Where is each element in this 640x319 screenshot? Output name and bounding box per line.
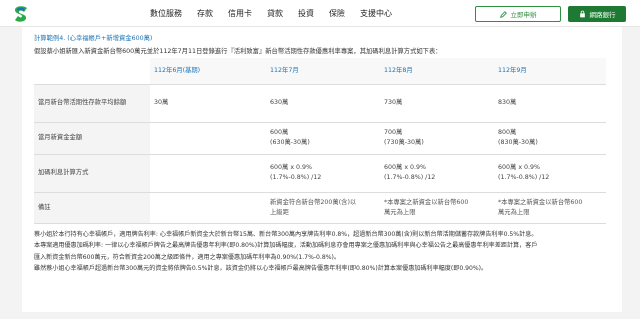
table-header-row: 112年6月(基期) 112年7月 112年8月 112年9月 [34,58,606,85]
table-cell: *本專案之新資金以新台幣600 萬元為上限 [494,192,606,224]
top-navigation-bar: 數位服務 存款 信用卡 貸款 投資 保險 支援中心 立即申辦 網路銀行 [0,0,640,27]
row-label: 備註 [34,192,150,224]
apply-now-button[interactable]: 立即申辦 [475,6,561,22]
lock-icon [579,10,585,18]
footnote-line: 本專案適用優惠加碼利率: 一律以心幸福帳戶牌告之最高牌告優惠年利率(即0.80%… [34,242,538,250]
nav-loans[interactable]: 貸款 [267,0,283,27]
nav-credit-cards[interactable]: 信用卡 [228,0,252,27]
intro-text: 假設蔡小姐新匯入新資金新台幣600萬元並於112年7月11日登錄進行『活利致富』… [34,48,442,55]
row-label: 加碼利息計算方式 [34,154,150,193]
table-cell: 630萬 [266,84,380,123]
table-row: 加碼利息計算方式 600萬 x 0.9% (1.7%-0.8%) /12 600萬… [34,154,606,193]
table-cell [150,154,266,193]
row-label: 當月新台幣活期性存款平均餘額 [34,84,150,123]
main-nav: 數位服務 存款 信用卡 貸款 投資 保險 支援中心 [150,0,407,27]
footnote-line: 蔡小姐於本行持有心幸福帳戶，適用牌告利率: 心幸福帳戶新資金大於新台幣15萬、新… [34,231,538,238]
table-cell [150,192,266,224]
table-cell: 600萬 (630萬-30萬) [266,122,380,155]
footnote-line: 雖然蔡小姐心幸福帳戶超過新台幣300萬元的資金將依牌告0.5%計息，該資金仍將以… [34,264,488,272]
table-header-cell: 112年9月 [494,58,606,85]
table-cell: 800萬 (830萬-30萬) [494,122,606,155]
table-cell: 新資金符合新台幣200萬(含)以 上級距 [266,192,380,224]
table-row: 當月新資金金額 600萬 (630萬-30萬) 700萬 (730萬-30萬) 80… [34,122,606,155]
online-banking-button[interactable]: 網路銀行 [568,6,626,22]
pen-icon [499,10,507,18]
nav-digital-services[interactable]: 數位服務 [150,0,182,27]
table-cell: 830萬 [494,84,606,123]
table-cell: *本專案之新資金以新台幣600 萬元為上限 [380,192,494,224]
footnote-line: 匯入新資金新台幣600萬元，符合新資金200萬之級距條件，適用之專案優惠加碼年利… [34,253,341,261]
table-cell: 730萬 [380,84,494,123]
bank-logo-icon[interactable] [11,4,31,24]
example-title: 計算範例4. (心幸福帳戶+新增資金600萬) [34,35,153,42]
table-header-cell: 112年7月 [266,58,380,85]
table-cell: 30萬 [150,84,266,123]
table-header-cell: 112年8月 [380,58,494,85]
footnotes: 蔡小姐於本行持有心幸福帳戶，適用牌告利率: 心幸福帳戶新資金大於新台幣15萬、新… [34,229,619,274]
nav-insurance[interactable]: 保險 [329,0,345,27]
table-header-cell: 112年6月(基期) [150,58,266,85]
table-cell [150,122,266,155]
table-cell: 600萬 x 0.9% (1.7%-0.8%) /12 [380,154,494,193]
table-row: 備註 新資金符合新台幣200萬(含)以 上級距 *本專案之新資金以新台幣600 萬元… [34,192,606,224]
interest-calculation-table: 112年6月(基期) 112年7月 112年8月 112年9月 當月新台幣活期性… [34,58,606,224]
table-cell: 600萬 x 0.9% (1.7%-0.8%) /12 [494,154,606,193]
apply-now-label: 立即申辦 [510,11,537,19]
online-banking-label: 網路銀行 [589,11,616,19]
nav-deposits[interactable]: 存款 [197,0,213,27]
table-cell: 600萬 x 0.9% (1.7%-0.8%) /12 [266,154,380,193]
nav-support-center[interactable]: 支援中心 [360,0,392,27]
nav-investments[interactable]: 投資 [298,0,314,27]
table-header-cell [34,58,150,85]
table-cell: 700萬 (730萬-30萬) [380,122,494,155]
table-row: 當月新台幣活期性存款平均餘額 30萬 630萬 730萬 830萬 [34,84,606,123]
row-label: 當月新資金金額 [34,122,150,155]
